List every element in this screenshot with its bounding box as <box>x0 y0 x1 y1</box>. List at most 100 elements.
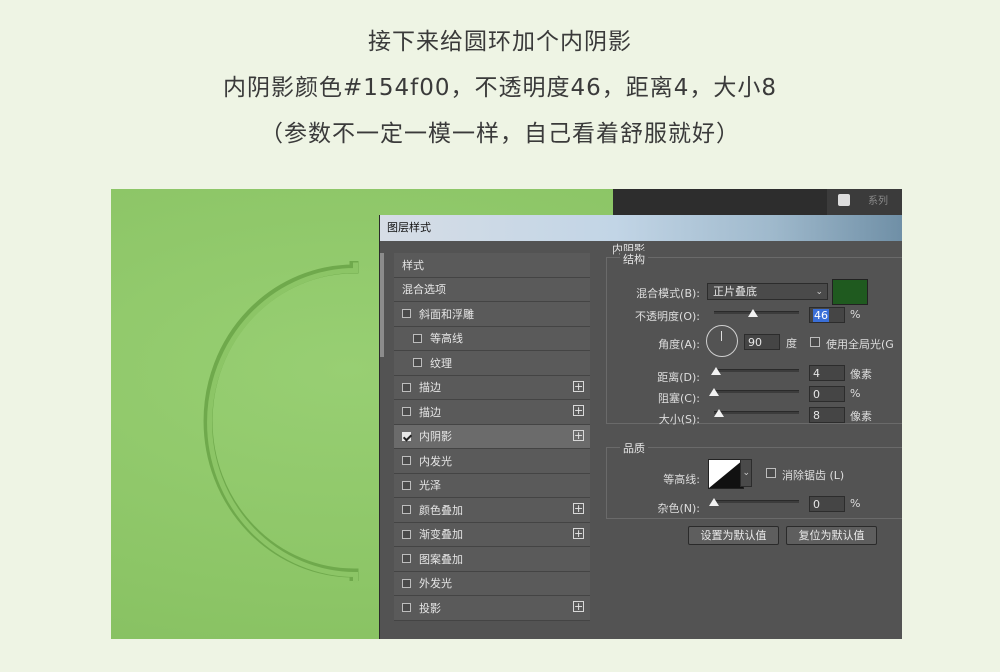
style-item-label: 内阴影 <box>419 430 452 444</box>
size-slider-track[interactable] <box>714 409 799 417</box>
style-item[interactable]: 内阴影 + <box>394 424 590 449</box>
distance-label: 距离(D): <box>657 371 700 384</box>
opacity-input[interactable]: 46 <box>809 307 845 323</box>
style-checkbox[interactable] <box>402 382 411 392</box>
style-item-label: 样式 <box>402 258 424 272</box>
blend-mode-value: 正片叠底 <box>713 285 757 298</box>
angle-label: 角度(A): <box>658 338 700 351</box>
style-item[interactable]: 混合选项 <box>394 277 590 302</box>
blend-mode-label: 混合模式(B): <box>636 287 700 300</box>
add-style-icon[interactable]: + <box>573 527 584 539</box>
angle-dial[interactable] <box>706 325 738 357</box>
anti-alias-checkbox[interactable] <box>766 468 776 478</box>
size-slider-thumb[interactable] <box>714 409 725 417</box>
style-item-label: 内发光 <box>419 454 452 468</box>
dialog-scrollbar[interactable] <box>380 253 384 357</box>
style-item-label: 斜面和浮雕 <box>419 307 474 321</box>
style-checkbox[interactable] <box>402 456 411 466</box>
style-checkbox[interactable] <box>413 333 422 343</box>
noise-slider-thumb[interactable] <box>709 498 719 506</box>
style-item-label: 等高线 <box>430 332 463 346</box>
style-item[interactable]: 描边 + <box>394 400 590 425</box>
contour-picker[interactable] <box>708 459 744 489</box>
inner-shadow-settings: 内阴影 结构 混合模式(B): 正片叠底 ⌄ 不透明度(O): 46 % 角度(… <box>606 241 902 639</box>
distance-unit: 像素 <box>850 368 872 381</box>
add-style-icon[interactable]: + <box>573 380 584 392</box>
add-style-icon[interactable]: + <box>573 429 584 441</box>
choke-input[interactable]: 0 <box>809 386 845 402</box>
style-item[interactable]: 光泽 <box>394 473 590 498</box>
noise-slider-track[interactable] <box>709 498 799 506</box>
layer-label: 系列 <box>868 196 888 207</box>
style-checkbox[interactable] <box>402 554 411 564</box>
add-style-icon[interactable]: + <box>573 503 584 514</box>
opacity-percent: % <box>850 308 861 321</box>
choke-unit: % <box>850 387 861 400</box>
style-checkbox[interactable] <box>413 358 422 368</box>
style-checkbox[interactable] <box>402 431 411 441</box>
angle-input[interactable]: 90 <box>744 334 780 350</box>
style-item[interactable]: 投影 + <box>394 596 590 621</box>
style-checkbox[interactable] <box>402 407 411 417</box>
global-light-label: 使用全局光(G <box>826 338 894 351</box>
noise-label: 杂色(N): <box>657 502 700 515</box>
style-checkbox[interactable] <box>402 529 411 539</box>
heading-line-1: 接下来给圆环加个内阴影 <box>368 29 632 55</box>
blend-mode-select[interactable]: 正片叠底 ⌄ <box>707 283 828 300</box>
dialog-titlebar[interactable]: 图层样式 <box>380 215 902 241</box>
style-item[interactable]: 纹理 <box>394 351 590 376</box>
style-checkbox[interactable] <box>402 603 411 613</box>
style-item-label: 描边 <box>419 405 441 419</box>
size-input[interactable]: 8 <box>809 407 845 423</box>
contour-dropdown[interactable]: ⌄ <box>740 459 752 487</box>
style-item[interactable]: 渐变叠加 + <box>394 522 590 547</box>
add-style-icon[interactable]: + <box>573 405 584 416</box>
style-item[interactable]: 图案叠加 <box>394 547 590 572</box>
reset-default-button[interactable]: 复位为默认值 <box>786 526 877 545</box>
style-checkbox[interactable] <box>402 309 411 319</box>
add-style-icon[interactable]: + <box>573 601 584 612</box>
distance-slider-thumb[interactable] <box>710 367 721 375</box>
style-item-label: 纹理 <box>430 356 452 370</box>
noise-input[interactable]: 0 <box>809 496 845 512</box>
style-item-label: 光泽 <box>419 479 441 493</box>
choke-slider-track[interactable] <box>709 388 799 396</box>
opacity-slider-track[interactable] <box>714 309 799 317</box>
style-item-label: 图案叠加 <box>419 552 463 566</box>
distance-input[interactable]: 4 <box>809 365 845 381</box>
anti-alias-label: 消除锯齿 (L) <box>782 469 845 482</box>
choke-slider-thumb[interactable] <box>709 388 719 396</box>
noise-unit: % <box>850 497 861 510</box>
layer-style-dialog: 图层样式 样式 混合选项 斜面和浮雕 等高线 纹理 描边 + 描边 + 内阴影 + 内发光 光泽 颜色叠加… <box>379 215 902 639</box>
degree-unit: 度 <box>786 337 797 350</box>
style-item[interactable]: 样式 <box>394 253 590 278</box>
structure-title: 结构 <box>620 251 648 267</box>
size-unit: 像素 <box>850 410 872 423</box>
style-item[interactable]: 颜色叠加 + <box>394 498 590 523</box>
shadow-color-swatch[interactable] <box>832 279 868 305</box>
global-light-checkbox[interactable] <box>810 337 820 347</box>
size-label: 大小(S): <box>658 413 700 426</box>
style-item[interactable]: 描边 + <box>394 375 590 400</box>
style-item[interactable]: 斜面和浮雕 <box>394 302 590 327</box>
style-item[interactable]: 外发光 <box>394 571 590 596</box>
layer-thumbnail-icon <box>838 194 850 206</box>
chevron-down-icon: ⌄ <box>815 287 823 297</box>
style-item-label: 渐变叠加 <box>419 528 463 542</box>
contour-curve-icon <box>709 460 743 488</box>
style-checkbox[interactable] <box>402 480 411 490</box>
choke-label: 阻塞(C): <box>658 392 700 405</box>
make-default-button[interactable]: 设置为默认值 <box>688 526 779 545</box>
contour-label: 等高线: <box>663 473 700 486</box>
style-item[interactable]: 等高线 <box>394 326 590 351</box>
style-checkbox[interactable] <box>402 505 411 515</box>
opacity-slider-thumb[interactable] <box>748 309 759 317</box>
style-item-label: 颜色叠加 <box>419 503 463 517</box>
style-item[interactable]: 内发光 <box>394 449 590 474</box>
heading-line-3: （参数不一定一模一样，自己看着舒服就好） <box>260 121 740 147</box>
quality-title: 品质 <box>620 440 648 456</box>
opacity-label: 不透明度(O): <box>635 310 700 323</box>
style-checkbox[interactable] <box>402 578 411 588</box>
heading-line-2: 内阴影颜色#154f00，不透明度46，距离4，大小8 <box>222 75 778 101</box>
distance-slider-track[interactable] <box>710 367 799 375</box>
